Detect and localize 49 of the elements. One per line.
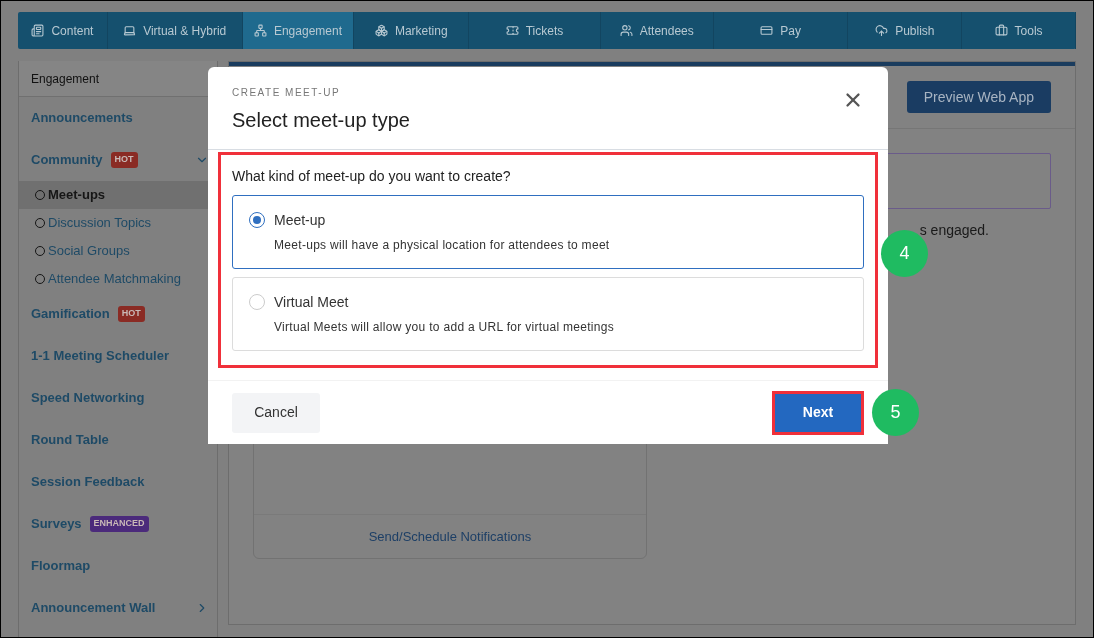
type-option[interactable]: Virtual Meet Virtual Meets will allow you to add a URL for virtual meetings [232,277,864,351]
question-text: What kind of meet-up do you want to create? [232,167,512,186]
sidebar-item[interactable]: Session Feedback [31,472,145,492]
nav-tab[interactable]: Pay [713,12,849,49]
sidebar-item[interactable]: Round Table [31,430,109,450]
credit-card-icon [760,24,774,37]
next-button[interactable]: Next [775,393,861,432]
sidebar-item[interactable]: Community [31,150,103,170]
sidebar-item[interactable]: Floormap [31,556,91,576]
newspaper-icon [31,24,45,37]
users-icon [619,24,633,37]
nav-tab[interactable]: Content [18,12,108,49]
sidebar-item[interactable]: Speed Networking [31,388,145,408]
nav-tab[interactable]: Virtual & Hybrid [107,12,243,49]
nav-tab[interactable]: Publish [848,12,963,49]
type-option[interactable]: Meet-up Meet-ups will have a physical location for attendees to meet [232,195,864,269]
modal-title: Select meet-up type [232,108,410,133]
sidebar-item[interactable]: 1-1 Meeting Scheduler [31,346,169,366]
sidebar-item[interactable]: Announcements [31,108,133,128]
sidebar-title: Engagement [31,70,100,88]
sidebar-subitem[interactable]: Discussion Topics [19,209,217,237]
badge: HOT [110,152,138,168]
ticket-icon [505,24,519,37]
option-description: Meet-ups will have a physical location for attendees to meet [274,237,610,254]
cloud-upload-icon [875,24,889,37]
sidebar-item[interactable]: Announcement Wall [31,598,156,618]
boxes-icon [374,24,388,37]
sidebar-item[interactable]: Gamification [31,304,110,324]
badge: ENHANCED [89,516,149,532]
nav-tab[interactable]: Tickets [469,12,601,49]
preview-web-app-button[interactable]: Preview Web App [906,81,1051,113]
card-link[interactable]: Send/Schedule Notifications [368,526,532,547]
badge: HOT [117,306,145,322]
option-title: Meet-up [274,212,327,228]
sidebar-subitem[interactable]: Attendee Matchmaking [19,265,217,293]
cancel-button[interactable]: Cancel [232,392,320,433]
nav-tab[interactable]: Marketing [354,12,470,49]
sidebar-item[interactable]: Surveys [31,514,82,534]
nav-tab[interactable]: Tools [962,12,1076,49]
briefcase-icon [994,24,1008,37]
description-text: s engaged. [919,221,989,240]
network-icon [253,24,267,37]
sidebar-subitem[interactable]: Social Groups [19,237,217,265]
option-title: Virtual Meet [274,294,350,310]
laptop-icon [123,24,137,37]
nav-tab[interactable]: Engagement [242,12,355,49]
nav-tab[interactable]: Attendees [600,12,714,49]
option-description: Virtual Meets will allow you to add a URL for virtual meetings [274,319,615,336]
modal-eyebrow: CREATE MEET-UP [232,86,342,100]
